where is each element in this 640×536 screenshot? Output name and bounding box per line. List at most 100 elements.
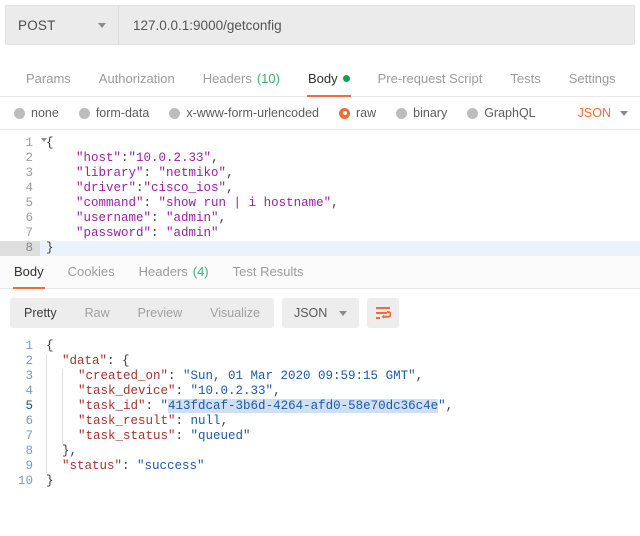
code-text: "data": { xyxy=(40,354,130,369)
chevron-down-icon xyxy=(620,110,628,116)
body-mode-raw[interactable]: raw xyxy=(339,106,376,120)
line-number: 3 xyxy=(25,369,33,383)
code-text: "task_id": "413fdcaf-3b6d-4264-afd0-58e7… xyxy=(40,399,453,414)
response-view-pretty[interactable]: Pretty xyxy=(10,298,71,328)
body-mode-x-www-form-urlencoded[interactable]: x-www-form-urlencoded xyxy=(169,106,319,120)
code-text: "command": "show run | i hostname", xyxy=(40,196,339,211)
code-token: , xyxy=(226,181,234,195)
code-token: : xyxy=(151,211,167,225)
body-mode-label: binary xyxy=(413,106,448,120)
code-token: , xyxy=(226,166,234,180)
response-format-dropdown[interactable]: JSON xyxy=(281,298,360,328)
response-tab-body[interactable]: Body xyxy=(2,255,56,289)
tab-label: Tests xyxy=(510,70,541,86)
body-mode-none[interactable]: none xyxy=(14,106,59,120)
fold-arrow-icon[interactable] xyxy=(41,138,47,142)
postman-window: POST 127.0.0.1:9000/getconfig Params Auth… xyxy=(0,5,640,536)
code-token: : xyxy=(145,399,161,413)
response-tab-cookies[interactable]: Cookies xyxy=(56,255,127,288)
wrap-text-button[interactable] xyxy=(367,298,400,328)
line-number: 8 xyxy=(0,241,40,256)
code-token: null xyxy=(190,414,221,428)
code-token: : xyxy=(175,414,191,428)
line-number: 2 xyxy=(25,151,33,165)
response-tab-headers[interactable]: Headers (4) xyxy=(127,255,221,288)
request-tab-pre-request-script[interactable]: Pre-request Script xyxy=(364,60,497,96)
code-line: 4 "driver":"cisco_ios", xyxy=(0,181,640,196)
indent-guide xyxy=(46,429,47,444)
request-tab-authorization[interactable]: Authorization xyxy=(85,60,189,96)
code-token: "10.0.2.33" xyxy=(190,384,274,398)
radio-icon[interactable] xyxy=(14,107,25,119)
tab-label: Body xyxy=(14,264,44,279)
radio-icon[interactable] xyxy=(78,107,90,119)
code-token: "command" xyxy=(76,196,144,210)
request-tab-body[interactable]: Body xyxy=(294,60,364,97)
request-body-editor[interactable]: 1{2 "host":"10.0.2.33", 3 "library": "net… xyxy=(0,130,640,256)
code-text: }, xyxy=(40,444,77,459)
code-token: "task_device" xyxy=(78,384,176,398)
body-mode-form-data[interactable]: form-data xyxy=(78,106,149,120)
code-text: "username": "admin", xyxy=(40,211,226,226)
code-line: 6 "username": "admin", xyxy=(0,211,640,226)
request-tab-headers[interactable]: Headers (10) xyxy=(189,60,294,96)
indent-guide xyxy=(46,369,47,384)
radio-icon[interactable] xyxy=(467,107,479,119)
line-number: 6 xyxy=(25,414,33,428)
line-number: 2 xyxy=(25,354,33,368)
response-view-preview[interactable]: Preview xyxy=(124,298,196,328)
response-tab-test-results[interactable]: Test Results xyxy=(221,255,316,288)
request-tab-params[interactable]: Params xyxy=(12,60,85,96)
code-token: "Sun, 01 Mar 2020 09:59:15 GMT" xyxy=(183,369,416,383)
request-tab-settings[interactable]: Settings xyxy=(555,60,630,96)
code-token: , xyxy=(331,196,339,210)
request-body-format-dropdown[interactable]: JSON xyxy=(578,106,628,120)
body-mode-graphql[interactable]: GraphQL xyxy=(467,106,536,120)
indent-guide xyxy=(46,459,47,474)
radio-icon[interactable] xyxy=(339,107,350,119)
code-token: "admin" xyxy=(166,211,219,225)
line-number: 1 xyxy=(0,136,47,151)
request-url-input[interactable]: 127.0.0.1:9000/getconfig xyxy=(119,6,634,44)
tab-label: Settings xyxy=(568,70,616,86)
code-text: "driver":"cisco_ios", xyxy=(40,181,234,196)
radio-icon[interactable] xyxy=(169,107,181,119)
code-token: : xyxy=(143,166,159,180)
body-present-dot-icon xyxy=(342,74,350,82)
code-token: : { xyxy=(107,354,130,368)
code-line: 5 "command": "show run | i hostname", xyxy=(0,196,640,211)
code-token: "cisco_ios" xyxy=(143,181,227,195)
body-mode-label: x-www-form-urlencoded xyxy=(186,106,319,120)
response-view-raw[interactable]: Raw xyxy=(71,298,124,328)
body-mode-binary[interactable]: binary xyxy=(396,106,447,120)
indent-guide xyxy=(62,429,63,444)
code-token: : xyxy=(175,429,191,443)
http-method-dropdown[interactable]: POST xyxy=(6,6,119,44)
tab-label: Params xyxy=(26,70,71,86)
code-token: : xyxy=(122,459,138,473)
tab-label: Body xyxy=(307,70,338,86)
code-token: "password" xyxy=(76,226,152,240)
line-number: 7 xyxy=(25,429,33,443)
indent-guide xyxy=(62,414,63,429)
line-number: 9 xyxy=(25,459,33,473)
code-line: 8}, xyxy=(0,444,640,459)
code-token: , xyxy=(273,384,281,398)
code-text: } xyxy=(40,241,54,256)
response-view-visualize[interactable]: Visualize xyxy=(196,298,274,328)
response-format-label: JSON xyxy=(293,306,328,320)
code-token: { xyxy=(46,339,54,353)
indent-guide xyxy=(62,399,63,414)
response-toolbar: Pretty Raw Preview Visualize JSON xyxy=(0,289,640,337)
tab-count-badge: (10) xyxy=(256,70,280,86)
request-tab-tests[interactable]: Tests xyxy=(496,60,554,96)
response-body-editor[interactable]: 1{2 "data": {3 "created_on": "Sun, 01 Mar … xyxy=(0,337,640,489)
code-text: "task_device": "10.0.2.33", xyxy=(40,384,281,399)
radio-icon[interactable] xyxy=(396,107,408,119)
tab-label: Cookies xyxy=(67,264,115,279)
body-mode-label: GraphQL xyxy=(484,106,536,120)
chevron-down-icon xyxy=(98,22,106,28)
code-token: "queued" xyxy=(190,429,251,443)
